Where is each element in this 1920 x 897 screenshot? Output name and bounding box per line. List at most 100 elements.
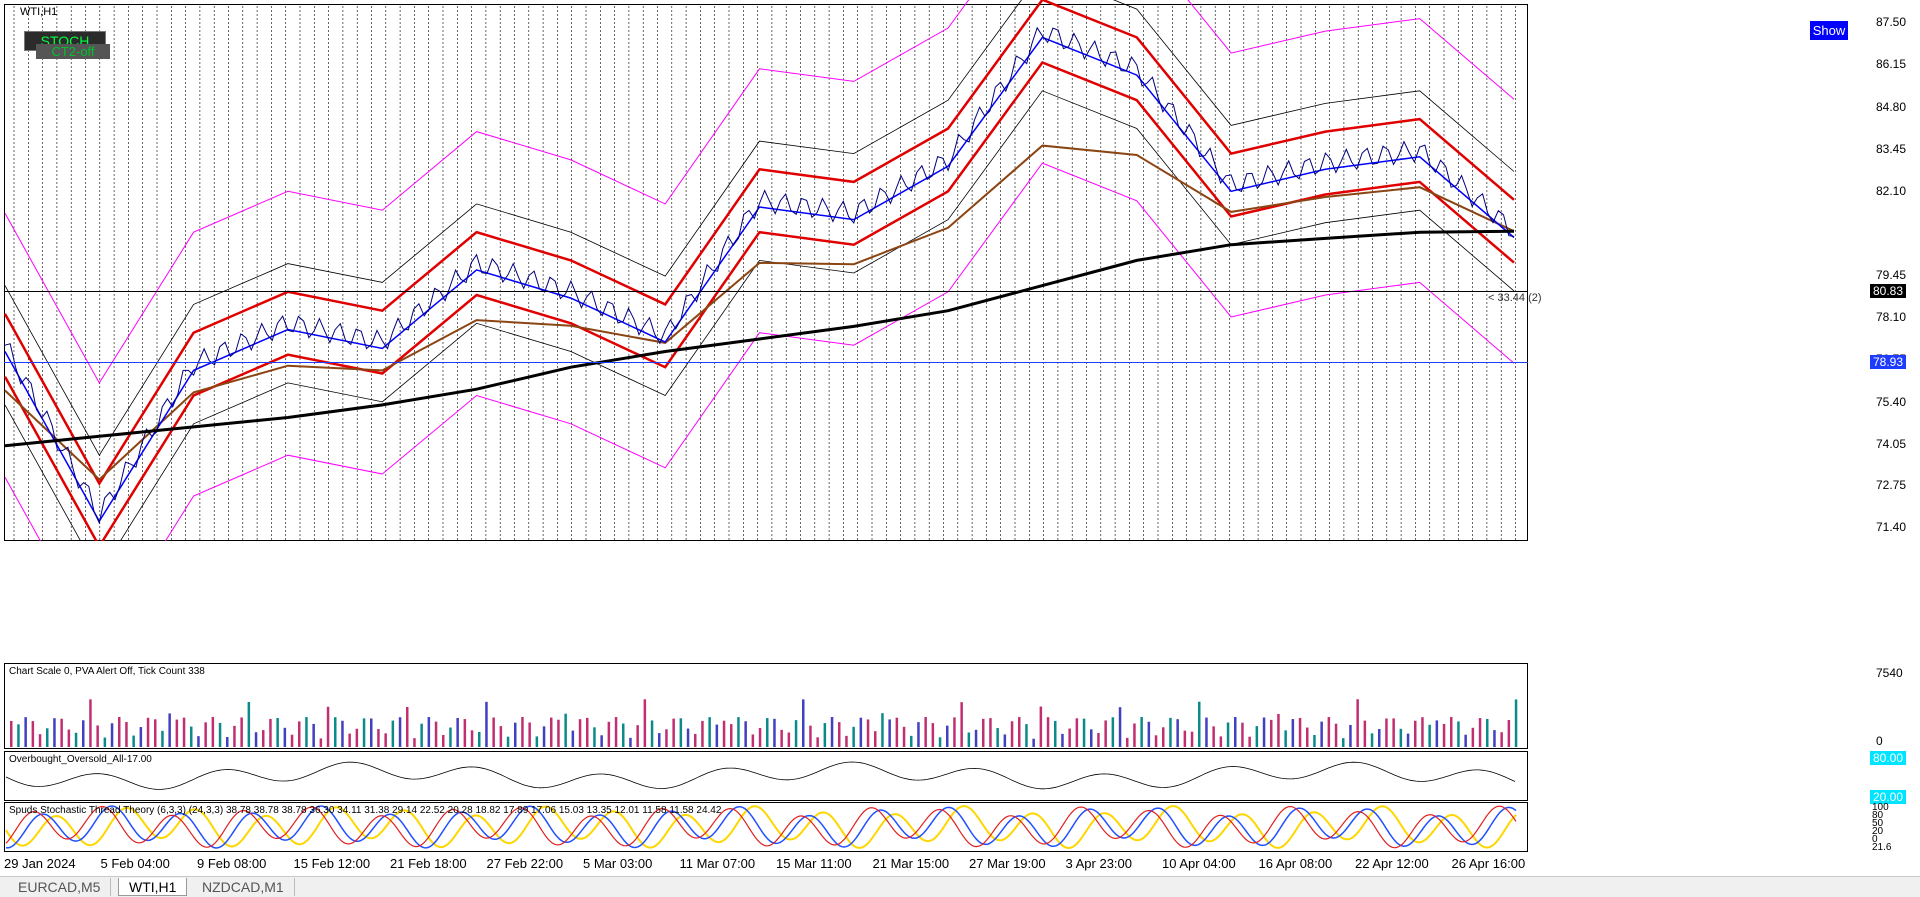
date-tick: 22 Apr 12:00 xyxy=(1355,856,1429,871)
volume-bar xyxy=(1342,738,1345,747)
volume-bar xyxy=(262,730,265,747)
volume-bar xyxy=(67,729,71,747)
volume-bar xyxy=(31,721,35,747)
price-tick: 72.75 xyxy=(1876,478,1907,493)
volume-bar xyxy=(1147,721,1151,747)
volume-bar xyxy=(175,719,179,747)
tab-wti-h1[interactable]: WTI,H1 xyxy=(118,878,188,896)
volume-bar xyxy=(636,725,639,747)
chart-tabs: EURCAD,M5 WTI,H1 NZDCAD,M1 xyxy=(0,876,1920,897)
volume-bar xyxy=(1226,722,1230,747)
red-envelope-lower xyxy=(3,60,1515,541)
volume-bar xyxy=(830,717,834,747)
volume-bar xyxy=(809,725,812,747)
volume-bar xyxy=(514,722,517,747)
price-chart[interactable] xyxy=(0,0,1528,541)
current-price-tag: 80.83 xyxy=(1870,284,1907,298)
volume-bar xyxy=(708,717,711,747)
volume-bar xyxy=(766,718,769,747)
volume-bar xyxy=(139,727,143,747)
volume-bar xyxy=(1039,706,1043,747)
date-tick: 26 Apr 16:00 xyxy=(1451,856,1526,871)
volume-bar xyxy=(557,719,560,747)
volume-bar xyxy=(1190,731,1194,747)
volume-bar xyxy=(24,717,27,747)
volume-bar xyxy=(600,735,603,747)
price-tick: 78.10 xyxy=(1876,309,1907,324)
volume-bar xyxy=(528,722,531,747)
volume-bar xyxy=(319,738,323,747)
info-line: Chart Scale 0, PVA Alert Off, Tick Count… xyxy=(9,666,205,677)
volume-bar xyxy=(982,718,985,747)
volume-bar xyxy=(888,719,891,747)
volume-bar xyxy=(434,721,438,747)
volume-bar xyxy=(902,726,906,747)
volume-bar xyxy=(506,736,510,747)
volume-bar xyxy=(1205,717,1208,747)
volume-bar xyxy=(1241,722,1244,747)
volume-bar xyxy=(773,718,776,747)
volume-bar xyxy=(1010,721,1014,747)
volume-bar xyxy=(1284,730,1287,747)
overbought-oversold-line xyxy=(5,761,1516,790)
volume-bar xyxy=(1176,719,1179,747)
volume-bar xyxy=(1421,717,1424,747)
volume-bar xyxy=(722,720,726,747)
show-button[interactable]: Show xyxy=(1809,20,1849,41)
volume-bar xyxy=(1068,728,1071,747)
volume-bar xyxy=(1507,719,1511,747)
volume-bar xyxy=(967,732,971,747)
volume-bar xyxy=(420,723,423,747)
osc2-label: Spuds Stochastic Thread Theory (6,3,3) (… xyxy=(9,805,722,816)
volume-bar xyxy=(924,717,927,747)
volume-bar xyxy=(1356,699,1359,747)
volume-bar xyxy=(1018,717,1021,747)
volume-bar xyxy=(744,721,747,747)
volume-bar xyxy=(938,737,942,747)
volume-bar xyxy=(794,720,798,747)
volume-bar xyxy=(1118,707,1122,747)
volume-bar xyxy=(866,719,870,747)
volume-bar xyxy=(1428,724,1431,747)
volume-bar xyxy=(1493,730,1496,747)
volume-bar xyxy=(780,729,783,747)
volume-bar xyxy=(10,721,13,747)
volume-bar xyxy=(283,727,287,747)
volume-bar xyxy=(1363,720,1367,747)
price-tick: 82.10 xyxy=(1876,184,1907,199)
volume-bar xyxy=(391,720,395,747)
volume-bar xyxy=(60,718,63,747)
volume-bar xyxy=(218,722,222,747)
volume-bar xyxy=(96,725,99,747)
volume-bar xyxy=(1478,718,1482,747)
ct2-off-button[interactable]: CT2-off xyxy=(36,44,110,59)
price-candles xyxy=(4,26,1515,525)
volume-bar xyxy=(1500,732,1503,747)
volume-bar xyxy=(478,731,481,747)
volume-bar xyxy=(996,728,999,747)
volume-bar xyxy=(1320,721,1323,747)
volume-bar xyxy=(881,713,884,747)
volume-bar xyxy=(449,727,452,747)
volume-bar xyxy=(946,725,949,747)
volume-bar xyxy=(1162,727,1165,747)
volume-bar xyxy=(146,717,150,747)
volume-bar xyxy=(1378,729,1381,747)
volume-bar xyxy=(607,721,611,747)
tab-nzdcad-m1[interactable]: NZDCAD,M1 xyxy=(192,878,295,896)
volume-bar xyxy=(895,717,899,747)
volume-bar xyxy=(823,723,827,747)
volume-bar xyxy=(312,723,315,747)
volume-bar xyxy=(326,706,330,747)
volume-bar xyxy=(1349,724,1352,747)
volume-bar xyxy=(1385,718,1388,747)
chart-title: WTI,H1 xyxy=(20,6,58,18)
volume-bar xyxy=(1183,730,1187,747)
volume-bar xyxy=(492,717,495,747)
volume-bar xyxy=(1126,737,1129,747)
horizontal-line-78-93[interactable] xyxy=(4,362,1528,363)
marker-label: < 33.44 (2) xyxy=(1488,292,1542,304)
tab-eurcad-m5[interactable]: EURCAD,M5 xyxy=(8,878,112,896)
volume-bar xyxy=(593,727,596,747)
volume-bar xyxy=(398,717,402,747)
